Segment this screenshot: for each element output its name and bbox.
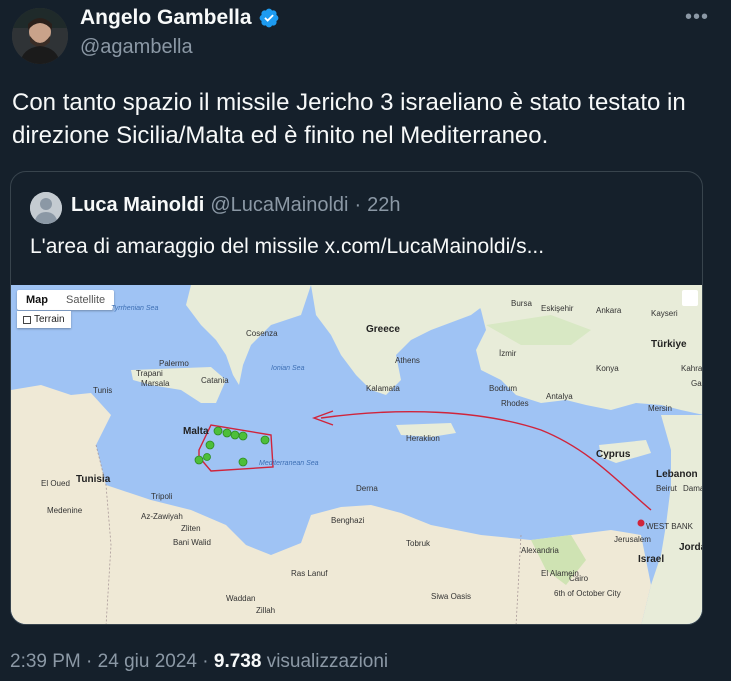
quoted-author-handle[interactable]: @LucaMainoldi: [210, 194, 348, 217]
map-label: Konya: [596, 364, 619, 373]
map-label: Athens: [395, 356, 420, 365]
map-label: Zliten: [181, 524, 201, 533]
author-avatar[interactable]: [12, 8, 68, 64]
map-label: Alexandria: [521, 546, 559, 555]
quoted-timestamp[interactable]: 22h: [367, 194, 400, 217]
tweet-text: Con tanto spazio il missile Jericho 3 is…: [12, 89, 686, 149]
map-label: Beirut: [656, 484, 677, 493]
map-label: Damas: [683, 484, 702, 493]
map-image[interactable]: Map Satellite Terrain Malta Tunisia Gree…: [11, 285, 703, 624]
map-label: Palermo: [159, 359, 189, 368]
map-label: Mersin: [648, 404, 673, 413]
views-count: 9.738: [213, 651, 262, 672]
map-label: Az-Zawiyah: [141, 512, 183, 521]
map-label: Jorda: [679, 542, 702, 553]
map-label: Lebanon: [656, 469, 698, 480]
fullscreen-icon[interactable]: [682, 290, 698, 306]
tweet-footer: 2:39 PM · 24 giu 2024 · 9.738 visualizza…: [10, 651, 388, 673]
footer-separator: ·: [86, 651, 93, 672]
map-label: Zillah: [256, 606, 276, 615]
map-label: Derna: [356, 484, 378, 493]
map-label: Greece: [366, 324, 400, 335]
map-label: Benghazi: [331, 516, 365, 525]
map-label: Waddan: [226, 594, 256, 603]
map-label: Jerusalem: [614, 535, 651, 544]
map-label: Bani Walid: [173, 538, 211, 547]
author-name[interactable]: Angelo Gambella: [80, 6, 252, 30]
footer-separator: ·: [202, 651, 209, 672]
map-tab-button[interactable]: Map: [17, 290, 57, 310]
map-label: Israel: [638, 554, 665, 565]
quoted-author-avatar[interactable]: [30, 192, 62, 224]
map-label: Tripoli: [151, 492, 173, 501]
map-label: 6th of October City: [554, 589, 621, 598]
tweet-date[interactable]: 24 giu 2024: [98, 651, 197, 672]
map-label: Gazi: [691, 379, 702, 388]
map-label: Ionian Sea: [271, 365, 305, 372]
map-label: Bodrum: [489, 384, 518, 393]
more-options-icon[interactable]: •••: [685, 6, 709, 29]
map-label: Malta: [183, 426, 209, 437]
satellite-tab-button[interactable]: Satellite: [57, 290, 114, 310]
quoted-separator: ·: [354, 194, 362, 216]
map-label: El Oued: [41, 479, 70, 488]
terrain-label: Terrain: [34, 314, 65, 325]
map-label: Antalya: [546, 392, 573, 401]
map-label: Kalamata: [366, 384, 400, 393]
map-label: Catania: [201, 376, 229, 385]
map-type-toggle[interactable]: Map Satellite: [17, 290, 115, 310]
quoted-author-name[interactable]: Luca Mainoldi: [71, 194, 204, 217]
map-label: Ras Lanuf: [291, 569, 328, 578]
map-label: Rhodes: [501, 399, 529, 408]
quoted-text: L'area di amaraggio del missile x.com/Lu…: [30, 235, 545, 258]
map-label: Marsala: [141, 379, 170, 388]
map-label: Kayseri: [651, 309, 678, 318]
map-label: El Alamein: [541, 569, 579, 578]
map-label: Ankara: [596, 306, 622, 315]
map-label: Trapani: [136, 369, 163, 378]
quoted-tweet[interactable]: Luca Mainoldi @LucaMainoldi · 22h L'area…: [10, 171, 703, 625]
views-label: visualizzazioni: [266, 651, 389, 672]
map-label: Heraklion: [406, 434, 440, 443]
map-label: Cyprus: [596, 449, 631, 460]
map-label: Tunisia: [76, 474, 111, 485]
map-label: Cosenza: [246, 329, 278, 338]
author-handle[interactable]: @agambella: [80, 36, 193, 59]
map-label: Tyrrhenian Sea: [111, 305, 159, 312]
map-label: Siwa Oasis: [431, 592, 472, 601]
map-label: Tobruk: [406, 539, 431, 548]
tweet-time[interactable]: 2:39 PM: [10, 651, 81, 672]
author-name-row: Angelo Gambella: [80, 6, 280, 30]
verified-badge-icon: [259, 8, 278, 28]
map-label: Eskişehir: [541, 304, 574, 313]
map-label: İzmir: [499, 349, 517, 358]
checkbox-icon[interactable]: [23, 315, 31, 324]
map-label: Kahraman: [681, 364, 703, 373]
terrain-checkbox[interactable]: Terrain: [17, 311, 71, 328]
quoted-header: Luca Mainoldi @LucaMainoldi · 22h: [71, 194, 401, 217]
map-label: WEST BANK: [646, 522, 693, 531]
map-label: Türkiye: [651, 339, 687, 350]
map-label: Medenine: [47, 506, 83, 515]
map-label: Mediterranean Sea: [259, 460, 319, 467]
map-label: Bursa: [511, 299, 532, 308]
map-label: Tunis: [93, 386, 113, 395]
